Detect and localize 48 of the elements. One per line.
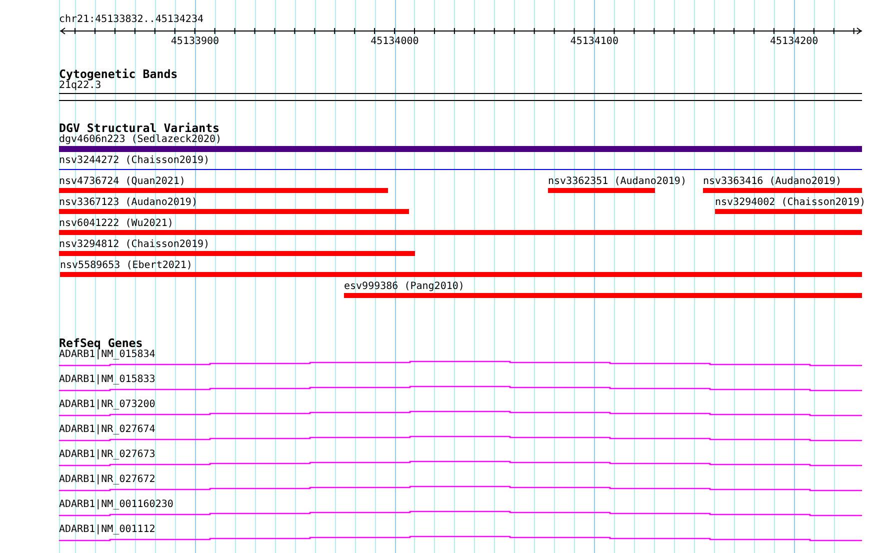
gene-model-line[interactable] (59, 410, 862, 416)
band-label: 21q22.3 (59, 80, 102, 91)
gene-label: ADARB1|NM_015834 (59, 349, 156, 360)
track-title: RefSeq Genes (59, 337, 143, 349)
gene-label: ADARB1|NM_001160230 (59, 499, 174, 510)
variant-label: dgv4606n223 (Sedlazeck2020) (59, 134, 222, 145)
gene-model-line[interactable] (59, 360, 862, 366)
variant-bar[interactable] (60, 272, 862, 277)
gene-label: ADARB1|NR_027674 (59, 424, 156, 435)
variant-bar[interactable] (59, 251, 415, 256)
variant-label: esv999386 (Pang2010) (344, 281, 464, 292)
variant-label: nsv3363416 (Audano2019) (703, 176, 842, 187)
variant-bar[interactable] (344, 293, 862, 298)
variant-label: nsv6041222 (Wu2021) (59, 218, 174, 229)
track-title: Cytogenetic Bands (59, 68, 178, 80)
variant-bar[interactable] (59, 146, 862, 152)
variant-bar[interactable] (715, 209, 862, 214)
variant-label: nsv4736724 (Quan2021) (59, 176, 186, 187)
gene-label: ADARB1|NM_015833 (59, 374, 156, 385)
location-label: chr21:45133832..45134234 (59, 14, 204, 26)
variant-line[interactable] (59, 169, 862, 170)
gene-model-line[interactable] (59, 536, 862, 542)
variant-label: nsv3244272 (Chaisson2019) (59, 155, 210, 166)
axis-tick-label: 45134100 (570, 36, 618, 47)
gene-label: ADARB1|NR_073200 (59, 399, 156, 410)
cytoband-outline[interactable] (59, 93, 862, 101)
variant-bar[interactable] (59, 188, 388, 193)
gene-model-line[interactable] (59, 486, 862, 492)
gene-model-line[interactable] (59, 386, 862, 392)
variant-bar[interactable] (59, 230, 862, 235)
variant-bar[interactable] (703, 188, 862, 193)
gene-model-line[interactable] (59, 436, 862, 442)
variant-label: nsv3294812 (Chaisson2019) (59, 239, 210, 250)
axis-tick-label: 45133900 (170, 36, 220, 47)
axis-tick-label: 45134000 (370, 36, 419, 47)
axis-tick-label: 45134200 (770, 36, 818, 47)
variant-bar[interactable] (59, 209, 409, 214)
variant-label: nsv5589653 (Ebert2021) (60, 260, 192, 271)
gene-label: ADARB1|NM_001112 (59, 524, 156, 535)
variant-label: nsv3362351 (Audano2019) (548, 176, 686, 187)
gene-model-line[interactable] (59, 510, 862, 516)
gene-label: ADARB1|NR_027672 (59, 474, 156, 485)
variant-label: nsv3367123 (Audano2019) (59, 197, 198, 208)
gene-label: ADARB1|NR_027673 (59, 449, 156, 460)
track-title: DGV Structural Variants (59, 122, 220, 134)
variant-label: nsv3294002 (Chaisson2019) (715, 197, 866, 208)
gene-model-line[interactable] (59, 460, 862, 466)
variant-bar[interactable] (548, 188, 655, 193)
